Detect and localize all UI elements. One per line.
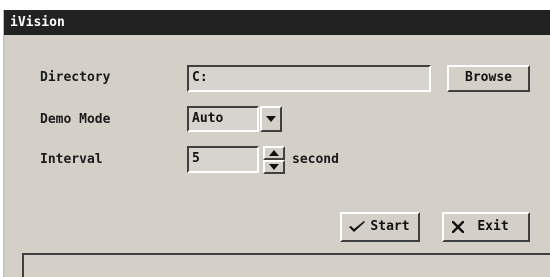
browse-button[interactable]: Browse: [447, 65, 530, 92]
directory-value: C:: [192, 70, 208, 85]
arrow-up-icon: [269, 150, 279, 156]
interval-decrement-button[interactable]: [263, 160, 285, 174]
checkmark-icon: [349, 221, 365, 232]
x-icon: [452, 221, 464, 233]
start-button[interactable]: Start: [340, 212, 420, 242]
arrow-down-icon: [269, 164, 279, 170]
browse-button-label: Browse: [465, 70, 512, 85]
demo-mode-label: Demo Mode: [40, 112, 111, 127]
directory-label: Directory: [40, 70, 111, 85]
interval-value: 5: [192, 151, 200, 166]
window-title: iVision: [4, 10, 550, 35]
demo-mode-value: Auto: [192, 111, 224, 126]
demo-mode-select[interactable]: Auto: [187, 106, 259, 132]
exit-button-label: Exit: [477, 219, 509, 234]
interval-label: Interval: [40, 152, 103, 167]
status-panel: [22, 253, 550, 277]
directory-field[interactable]: C:: [187, 65, 431, 92]
exit-button[interactable]: Exit: [442, 212, 530, 242]
interval-unit: second: [292, 152, 339, 167]
chevron-down-icon: [266, 116, 276, 122]
demo-mode-dropdown-button[interactable]: [260, 106, 282, 132]
interval-increment-button[interactable]: [263, 146, 285, 160]
ivision-window: iVision Directory C: Browse Demo Mode Au…: [3, 10, 550, 277]
interval-input[interactable]: 5: [187, 146, 259, 173]
